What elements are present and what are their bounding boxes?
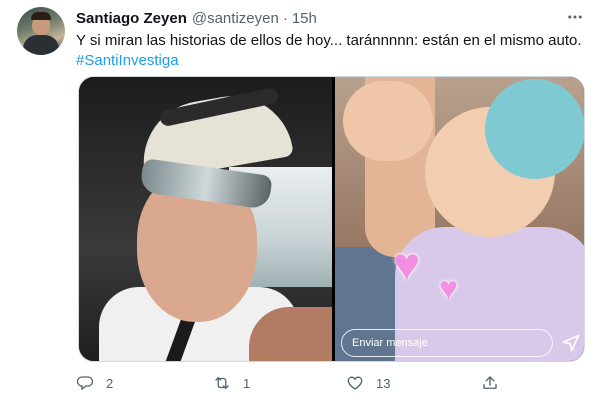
send-icon (561, 333, 581, 353)
reply-button[interactable]: 2 (76, 368, 113, 398)
like-button[interactable]: 13 (346, 368, 390, 398)
author-name[interactable]: Santiago Zeyen (76, 10, 187, 27)
tweet[interactable]: Santiago Zeyen @santizeyen · 15h Y si mi… (0, 0, 607, 411)
like-icon (347, 376, 363, 390)
author-handle[interactable]: @santizeyen (192, 10, 279, 27)
avatar[interactable] (17, 7, 65, 55)
share-icon (483, 376, 497, 389)
tweet-time[interactable]: 15h (292, 10, 317, 27)
share-button[interactable] (481, 368, 499, 398)
retweet-button[interactable]: 1 (213, 368, 250, 398)
tweet-actions: 2 1 13 (76, 368, 596, 398)
retweet-icon (215, 377, 229, 389)
photo-man-in-car[interactable] (79, 77, 332, 361)
separator-dot: · (282, 9, 288, 27)
heart-icon: ♥ (439, 270, 458, 306)
photo-baby-story[interactable]: ♥ ♥ Enviar mensaje (335, 77, 584, 361)
more-icon[interactable] (564, 7, 586, 27)
tweet-body: Y si miran las historias de ellos de hoy… (76, 32, 582, 49)
hashtag-link[interactable]: #SantiInvestiga (76, 51, 596, 71)
retweet-count: 1 (243, 375, 251, 391)
tweet-text: Y si miran las historias de ellos de hoy… (76, 31, 596, 71)
like-count: 13 (376, 375, 391, 391)
reply-icon (76, 376, 94, 391)
tweet-header: Santiago Zeyen @santizeyen · 15h (76, 8, 317, 28)
story-message-input: Enviar mensaje (341, 329, 553, 357)
reply-count: 2 (106, 375, 114, 391)
heart-icon: ♥ (393, 238, 421, 290)
media-grid: ♥ ♥ Enviar mensaje (78, 76, 585, 362)
